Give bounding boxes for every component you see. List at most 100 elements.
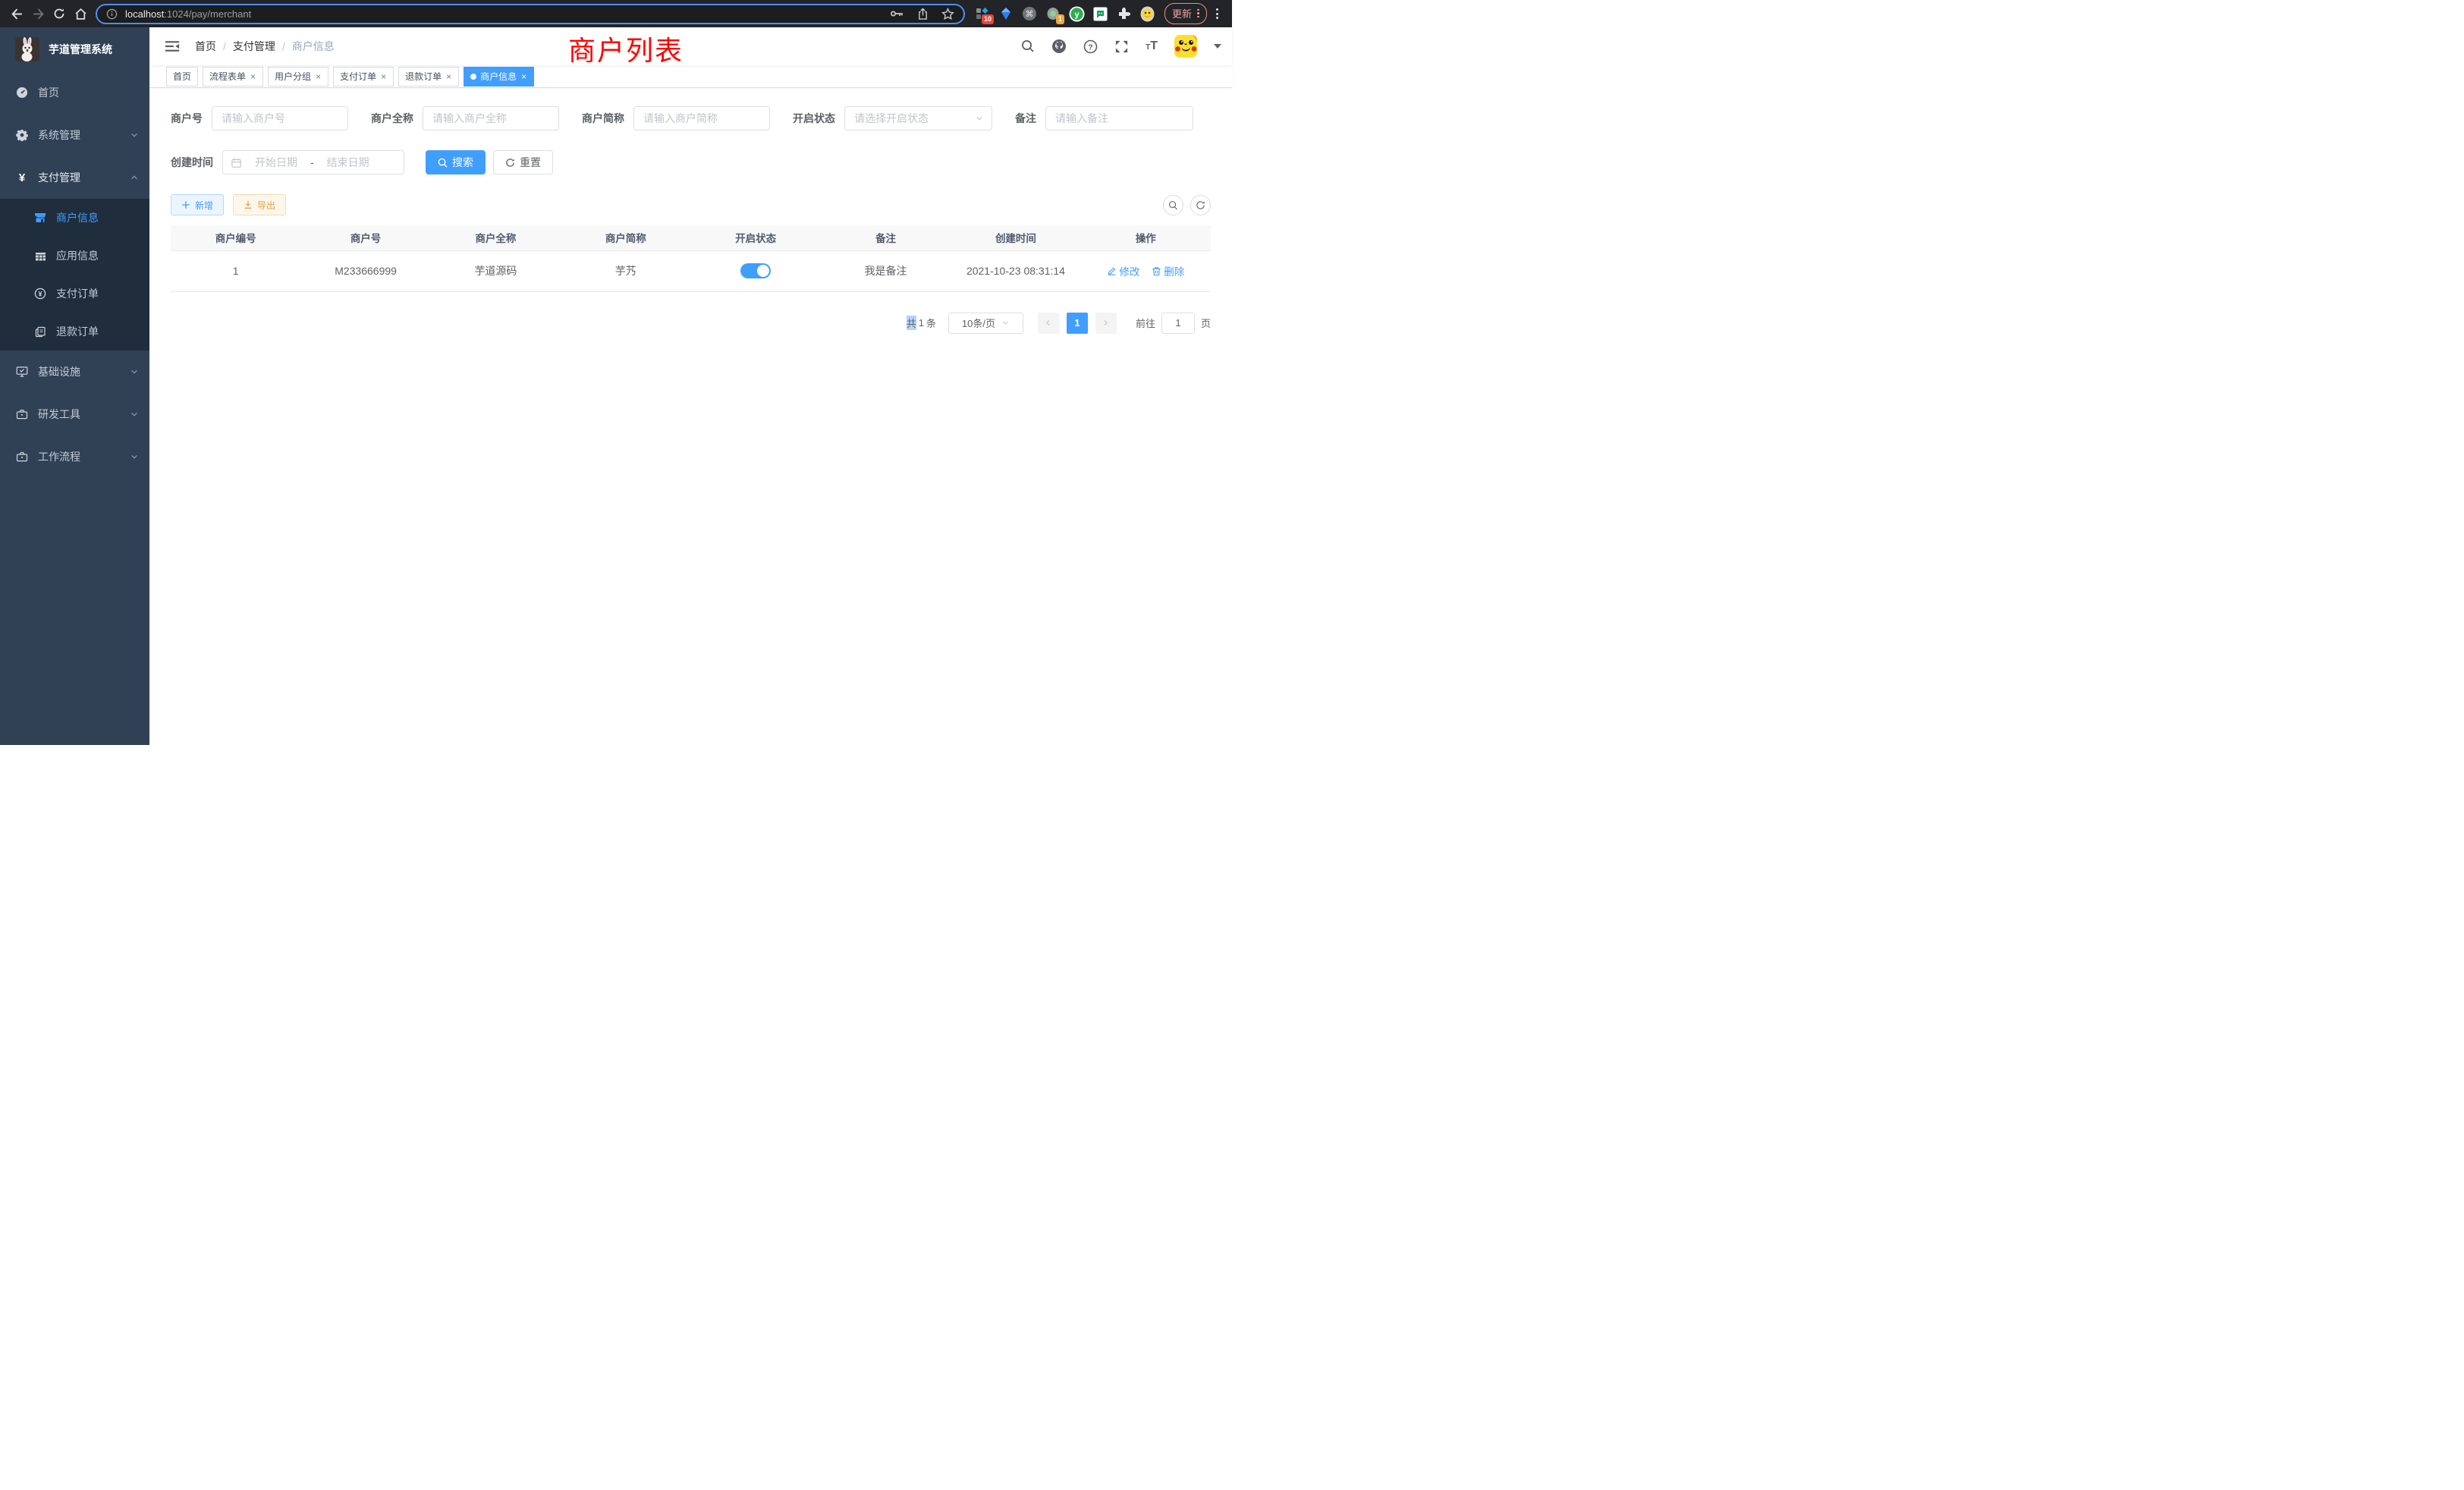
tags-view-bar: 首页 流程表单 × 用户分组 × 支付订单 × 退款订单 ×: [149, 65, 1232, 88]
cell-merchant-no: M233666999: [300, 250, 430, 291]
extension-command-icon[interactable]: ⌘: [1021, 5, 1038, 22]
tab-process-form[interactable]: 流程表单 ×: [203, 67, 263, 86]
add-button[interactable]: 新增: [171, 194, 224, 215]
sidebar-item-pay[interactable]: ¥ 支付管理: [0, 156, 149, 199]
reload-button[interactable]: [49, 3, 70, 24]
export-button[interactable]: 导出: [233, 194, 286, 215]
github-icon[interactable]: [1051, 39, 1067, 54]
page-size-value: 10条/页: [962, 316, 995, 330]
fullscreen-icon[interactable]: [1114, 39, 1129, 54]
start-date-input[interactable]: [247, 156, 306, 168]
extension-badge: 10: [982, 14, 994, 24]
download-icon: [244, 200, 253, 209]
next-page-button[interactable]: [1095, 313, 1117, 334]
sidebar-item-infrastructure[interactable]: 基础设施: [0, 350, 149, 393]
help-icon[interactable]: ?: [1083, 39, 1098, 54]
bookmark-star-icon[interactable]: [941, 8, 954, 20]
goto-page-input[interactable]: [1161, 313, 1195, 334]
page-number-1[interactable]: 1: [1067, 313, 1088, 334]
app-title: 芋道管理系统: [49, 42, 112, 57]
pikachu-avatar-icon: [1174, 35, 1197, 58]
merchant-name-input[interactable]: [423, 106, 559, 130]
sidebar-item-home[interactable]: 首页: [0, 71, 149, 114]
field-label: 商户全称: [371, 111, 413, 126]
sidebar-item-workflow[interactable]: 工作流程: [0, 435, 149, 478]
tab-merchant-info[interactable]: 商户信息 ×: [464, 67, 534, 86]
cell-remark: 我是备注: [821, 250, 951, 291]
tab-close-icon[interactable]: ×: [380, 71, 387, 82]
merchant-short-input[interactable]: [633, 106, 770, 130]
tab-close-icon[interactable]: ×: [315, 71, 322, 82]
tab-user-group[interactable]: 用户分组 ×: [268, 67, 328, 86]
total-prefix: 共: [907, 316, 916, 330]
search-icon[interactable]: [1021, 39, 1035, 53]
password-key-icon[interactable]: [890, 8, 904, 19]
extension-gem-icon[interactable]: [998, 5, 1014, 22]
sidebar-item-merchant-info[interactable]: 商户信息: [0, 199, 149, 237]
profile-avatar[interactable]: [1139, 5, 1155, 22]
breadcrumb-pay[interactable]: 支付管理: [233, 39, 275, 54]
sidebar-item-label: 系统管理: [38, 127, 80, 143]
cell-merchant-name: 芋道源码: [431, 250, 561, 291]
trash-icon: [1152, 266, 1161, 276]
tab-label: 流程表单: [209, 70, 246, 83]
end-date-input[interactable]: [319, 156, 378, 168]
select-placeholder: 请选择开启状态: [854, 111, 929, 126]
page-size-select[interactable]: 10条/页: [948, 313, 1023, 334]
caret-down-icon[interactable]: [1214, 44, 1221, 49]
prev-page-button[interactable]: [1038, 313, 1059, 334]
create-time-range-picker[interactable]: -: [222, 150, 404, 174]
extensions-puzzle-icon[interactable]: [1115, 5, 1132, 22]
status-select[interactable]: 请选择开启状态: [844, 106, 992, 130]
share-icon[interactable]: [917, 8, 929, 20]
back-button[interactable]: [6, 3, 27, 24]
font-size-icon[interactable]: TT: [1146, 39, 1158, 53]
breadcrumb-home[interactable]: 首页: [195, 39, 216, 54]
tab-close-icon[interactable]: ×: [250, 71, 256, 82]
sidebar-item-dev-tools[interactable]: 研发工具: [0, 393, 149, 435]
extension-notification-icon[interactable]: 1: [1045, 5, 1061, 22]
user-avatar[interactable]: [1174, 35, 1197, 58]
sidebar-toggle-button[interactable]: [160, 34, 184, 58]
tab-close-icon[interactable]: ×: [520, 71, 527, 82]
status-toggle[interactable]: [740, 263, 771, 278]
pagination-total: 共 1 条: [907, 316, 936, 330]
home-button[interactable]: [70, 3, 91, 24]
reset-button[interactable]: 重置: [493, 150, 553, 174]
chevron-down-icon: [130, 130, 139, 140]
browser-update-button[interactable]: 更新: [1164, 3, 1207, 24]
edit-link[interactable]: 修改: [1107, 263, 1139, 278]
cell-create-time: 2021-10-23 08:31:14: [951, 250, 1080, 291]
search-button[interactable]: 搜索: [426, 150, 486, 174]
sidebar-logo[interactable]: 芋道管理系统: [0, 27, 149, 71]
breadcrumb: 首页 / 支付管理 / 商户信息: [195, 39, 335, 54]
forward-button[interactable]: [27, 3, 49, 24]
tab-close-icon[interactable]: ×: [445, 71, 452, 82]
site-info-icon[interactable]: [106, 8, 118, 20]
delete-label: 删除: [1164, 263, 1184, 278]
sidebar-item-pay-order[interactable]: ¥ 支付订单: [0, 275, 149, 313]
sidebar-item-system[interactable]: 系统管理: [0, 114, 149, 156]
extension-vue-icon[interactable]: y: [1068, 5, 1085, 22]
tab-home[interactable]: 首页: [166, 67, 198, 86]
svg-text:¥: ¥: [38, 290, 42, 297]
remark-input[interactable]: [1045, 106, 1193, 130]
merchant-no-input[interactable]: [212, 106, 348, 130]
edit-icon: [1107, 266, 1117, 276]
url-bar[interactable]: localhost:1024/pay/merchant: [96, 4, 965, 24]
tab-pay-order[interactable]: 支付订单 ×: [333, 67, 394, 86]
extension-chat-icon[interactable]: [1092, 5, 1108, 22]
field-label: 商户简称: [582, 111, 624, 126]
tab-refund-order[interactable]: 退款订单 ×: [398, 67, 459, 86]
delete-link[interactable]: 删除: [1152, 263, 1184, 278]
sidebar-item-app-info[interactable]: 应用信息: [0, 237, 149, 275]
sidebar-item-refund-order[interactable]: 退款订单: [0, 313, 149, 350]
browser-menu-button[interactable]: [1213, 5, 1221, 22]
toggle-search-button[interactable]: [1163, 195, 1183, 215]
update-menu-dots-icon: [1197, 9, 1199, 18]
col-merchant-no: 商户号: [300, 225, 430, 250]
refresh-table-button[interactable]: [1190, 195, 1211, 215]
gear-icon: [15, 129, 29, 141]
extension-grid-icon[interactable]: 10: [974, 5, 991, 22]
add-button-label: 新增: [195, 199, 213, 212]
